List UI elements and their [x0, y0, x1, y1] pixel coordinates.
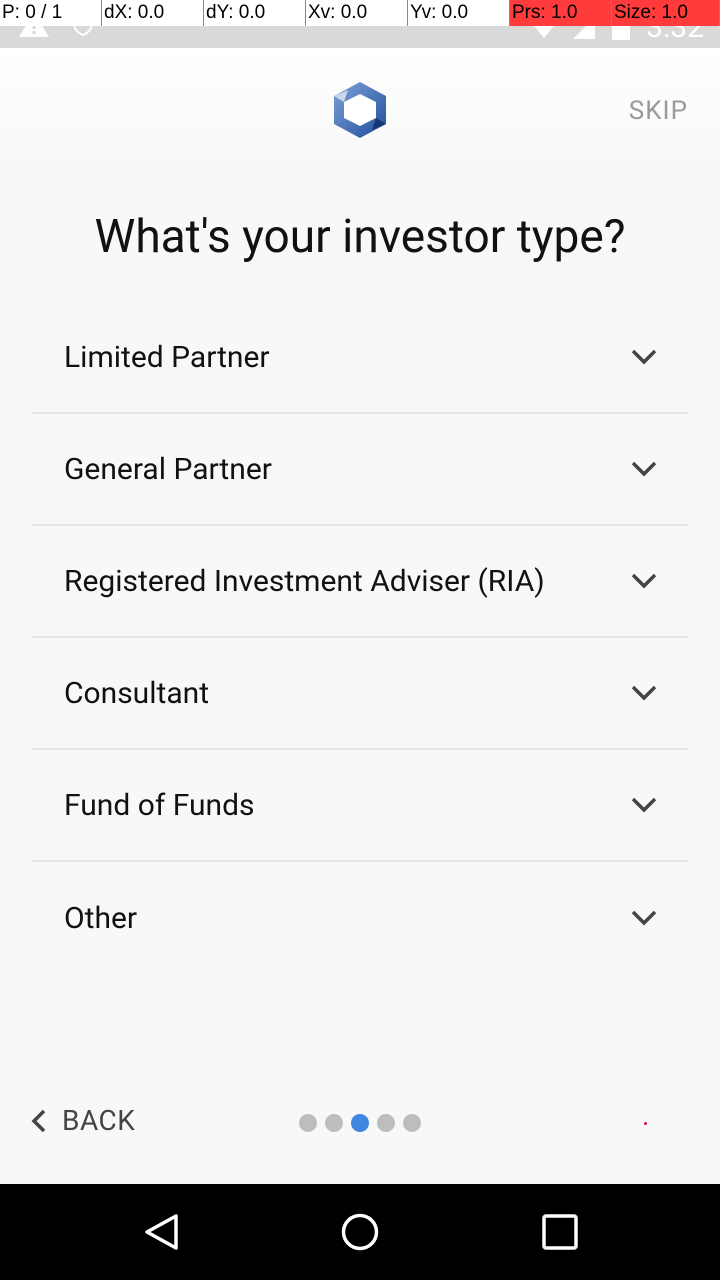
touch-indicator: [644, 1122, 647, 1125]
option-limited-partner[interactable]: Limited Partner: [32, 302, 688, 414]
option-label: General Partner: [64, 451, 272, 487]
page-dot: [325, 1114, 343, 1132]
option-consultant[interactable]: Consultant: [32, 638, 688, 750]
debug-dx: dX: 0.0: [102, 0, 204, 26]
option-ria[interactable]: Registered Investment Adviser (RIA): [32, 526, 688, 638]
chevron-down-icon[interactable]: [630, 796, 658, 814]
page-dot: [403, 1114, 421, 1132]
app-header: SKIP: [0, 48, 720, 168]
option-label: Registered Investment Adviser (RIA): [64, 563, 545, 599]
chevron-left-icon: [31, 1109, 46, 1132]
page-dot: [377, 1114, 395, 1132]
investor-type-list: Limited Partner General Partner Register…: [32, 302, 688, 974]
app-logo-icon: [334, 82, 386, 138]
option-general-partner[interactable]: General Partner: [32, 414, 688, 526]
system-nav-bar: [0, 1184, 720, 1280]
debug-yv: Yv: 0.0: [408, 0, 510, 26]
debug-size: Size: 1.0: [612, 0, 720, 26]
nav-back-icon[interactable]: [142, 1212, 182, 1252]
debug-pressure: Prs: 1.0: [510, 0, 612, 26]
option-label: Limited Partner: [64, 339, 270, 375]
page-indicator: [299, 1114, 421, 1132]
option-label: Fund of Funds: [64, 787, 255, 823]
chevron-down-icon[interactable]: [630, 909, 658, 927]
nav-home-icon[interactable]: [340, 1212, 380, 1252]
debug-pointer: P: 0 / 1: [0, 0, 102, 26]
page-dot: [299, 1114, 317, 1132]
debug-dy: dY: 0.0: [204, 0, 306, 26]
option-label: Consultant: [64, 675, 210, 711]
option-other[interactable]: Other: [32, 862, 688, 974]
debug-xv: Xv: 0.0: [306, 0, 408, 26]
back-button[interactable]: BACK: [30, 1104, 135, 1137]
option-label: Other: [64, 900, 138, 936]
skip-button[interactable]: SKIP: [629, 96, 688, 126]
back-label: BACK: [62, 1104, 136, 1137]
page-title: What's your investor type?: [94, 210, 626, 264]
chevron-down-icon[interactable]: [630, 348, 658, 366]
pointer-debug-overlay: P: 0 / 1 dX: 0.0 dY: 0.0 Xv: 0.0 Yv: 0.0…: [0, 0, 720, 26]
option-fund-of-funds[interactable]: Fund of Funds: [32, 750, 688, 862]
page-dot-active: [351, 1114, 369, 1132]
nav-recents-icon[interactable]: [542, 1214, 578, 1250]
chevron-down-icon[interactable]: [630, 460, 658, 478]
chevron-down-icon[interactable]: [630, 572, 658, 590]
chevron-down-icon[interactable]: [630, 684, 658, 702]
